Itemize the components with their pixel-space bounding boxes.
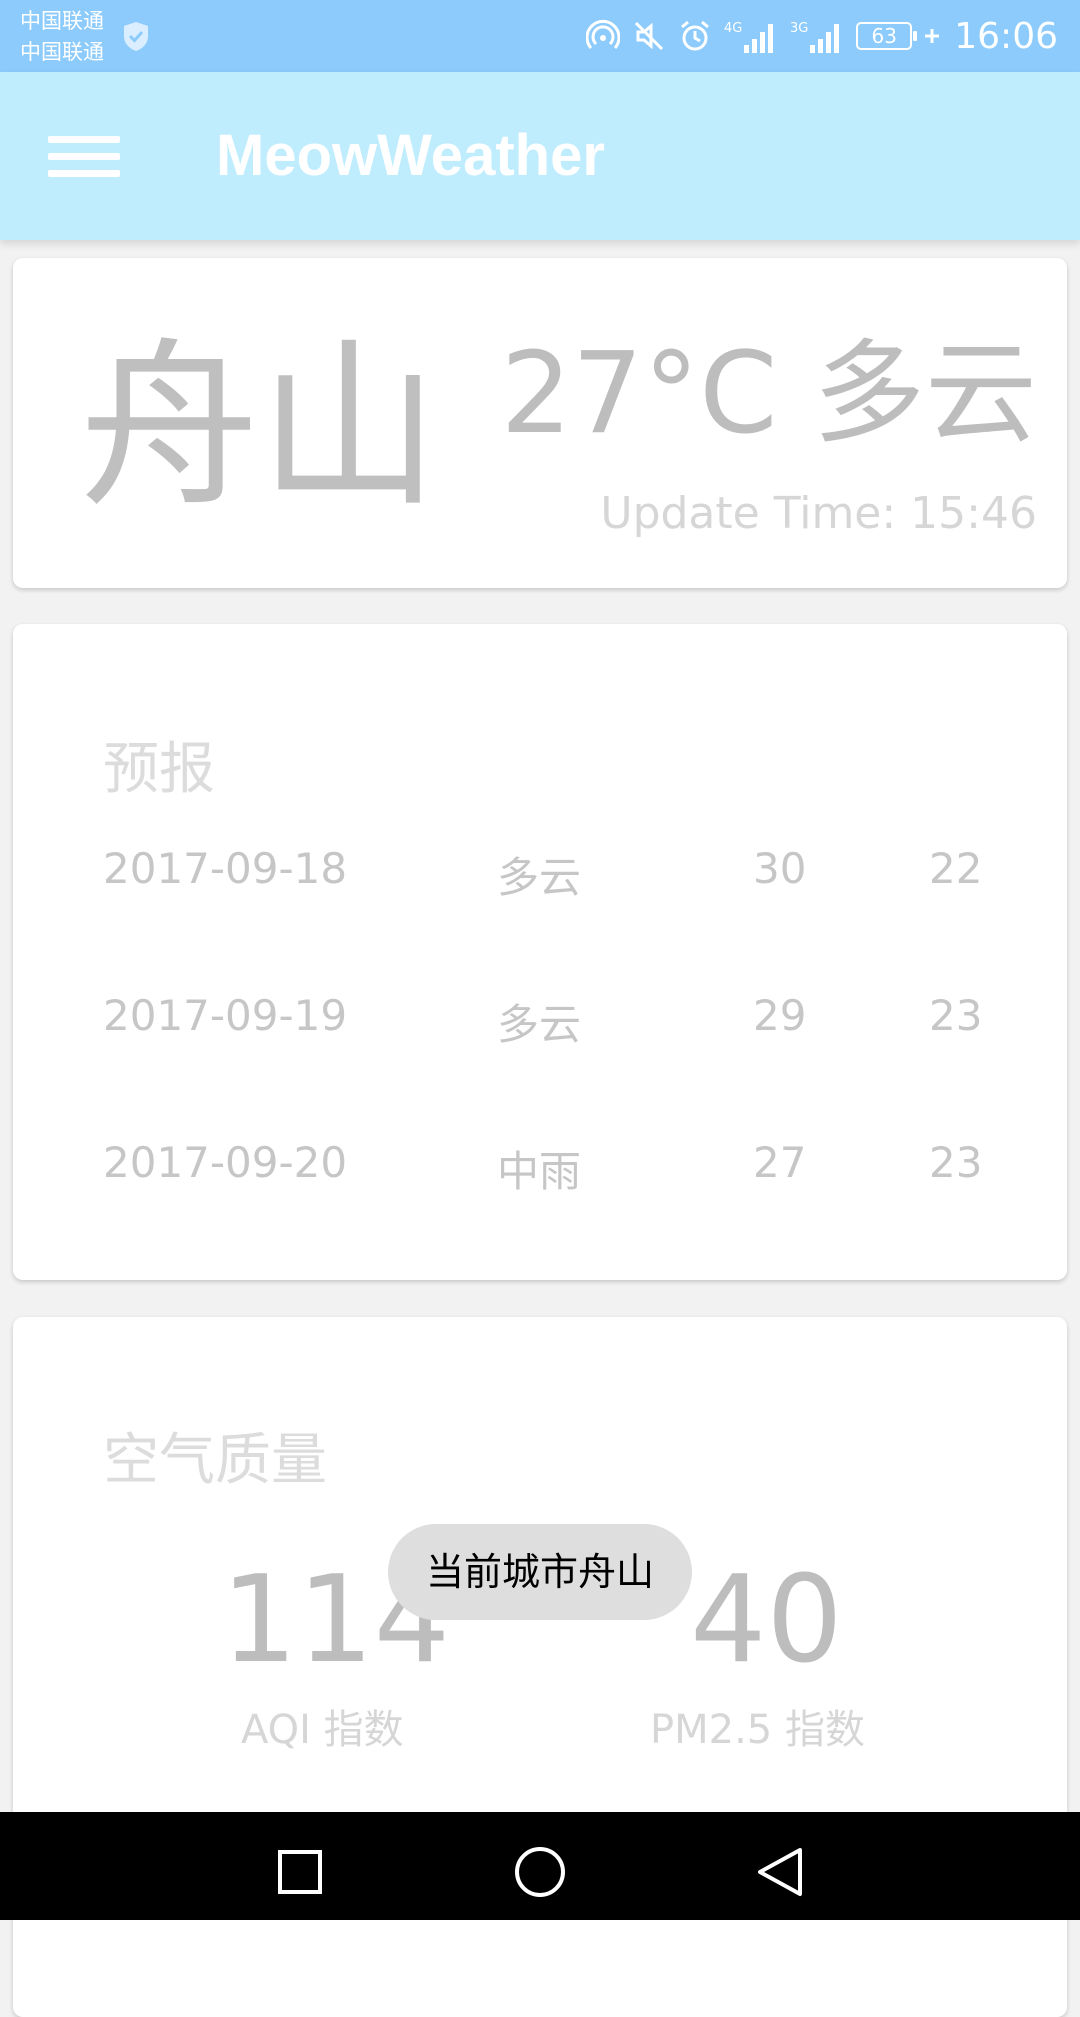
alarm-icon [681,20,710,51]
forecast-condition: 中雨 [497,1147,582,1196]
aqi-label: AQI 指数 [241,1707,404,1753]
current-weather: 27°C 多云 [501,338,1037,450]
pm25-value: 40 [690,1551,843,1690]
air-quality-title: 空气质量 [103,1428,327,1493]
charging-icon [925,29,940,43]
current-condition: 多云 [813,329,1037,459]
forecast-date: 2017-09-19 [103,991,348,1040]
app-title: MeowWeather [216,123,605,188]
circle-icon[interactable] [510,1842,570,1902]
app-bar: MeowWeather [0,72,1080,240]
forecast-min: 22 [929,844,983,893]
forecast-date: 2017-09-20 [103,1138,348,1187]
forecast-row: 2017-09-19 多云 29 23 [13,991,1067,1051]
carrier-info: 中国联通 中国联通 [20,6,104,68]
menu-line [48,170,120,177]
shield-icon [124,22,148,51]
menu-line [48,153,120,160]
square-icon[interactable] [270,1842,330,1902]
carrier-2: 中国联通 [20,40,104,64]
forecast-condition: 多云 [497,853,582,902]
forecast-date: 2017-09-18 [103,844,348,893]
pm25-label: PM2.5 指数 [650,1707,865,1753]
triangle-back-icon[interactable] [750,1842,810,1902]
forecast-condition: 多云 [497,1000,582,1049]
city-name: 舟山 [79,323,440,532]
forecast-max: 27 [753,1138,807,1187]
toast-message: 当前城市舟山 [388,1524,692,1620]
mute-icon [635,21,664,51]
update-time: Update Time: 15:46 [600,488,1037,539]
hotspot-icon [586,19,621,49]
forecast-card: 预报 2017-09-18 多云 30 22 2017-09-19 多云 29 … [13,624,1067,1280]
menu-line [48,136,120,143]
network-3g-label: 3G [790,21,808,36]
menu-icon[interactable] [36,126,126,186]
network-4g-label: 4G [724,21,742,36]
forecast-min: 23 [929,1138,983,1187]
status-icons: 4G 3G 63 16:06 [586,12,1058,60]
carrier-1: 中国联通 [20,9,104,33]
status-time: 16:06 [954,15,1058,57]
battery-icon: 63 [856,22,918,50]
current-weather-card: 舟山 27°C 多云 Update Time: 15:46 [13,258,1067,588]
forecast-row: 2017-09-20 中雨 27 23 [13,1138,1067,1198]
forecast-row: 2017-09-18 多云 30 22 [13,844,1067,904]
forecast-max: 30 [753,844,807,893]
forecast-title: 预报 [103,737,215,802]
signal-4g-icon: 4G [724,21,774,53]
current-temperature: 27°C [500,329,778,459]
navigation-bar [0,1812,1080,1920]
status-bar: 中国联通 中国联通 4G 3G 63 16:06 [0,0,1080,72]
signal-3g-icon: 3G [790,21,840,53]
forecast-min: 23 [929,991,983,1040]
forecast-max: 29 [753,991,807,1040]
